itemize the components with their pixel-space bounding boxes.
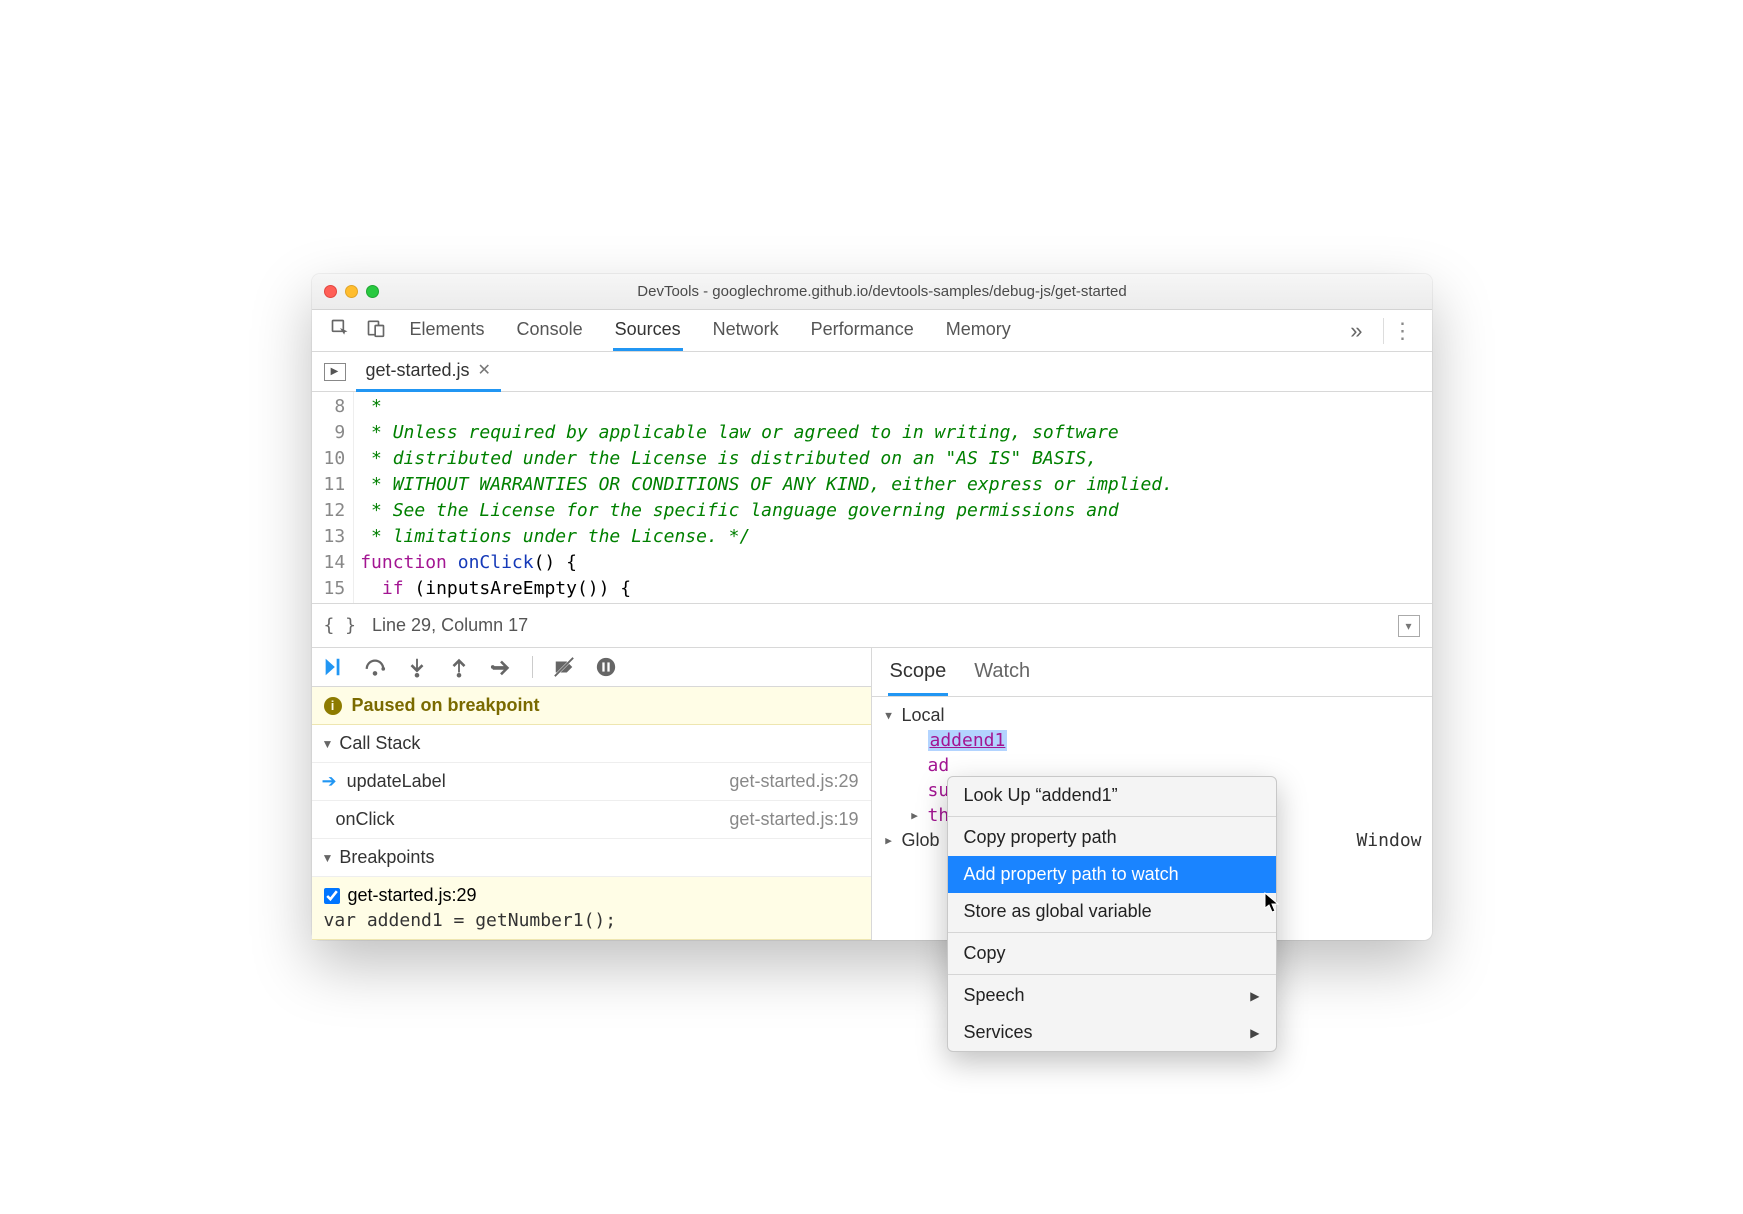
main-tabbar: Elements Console Sources Network Performance… — [312, 310, 1432, 352]
call-stack-header[interactable]: ▼ Call Stack — [312, 725, 871, 763]
breakpoints-label: Breakpoints — [339, 847, 434, 868]
variable-name: th — [928, 805, 950, 826]
debugger-left-panel: i Paused on breakpoint ▼ Call Stack ➔ upd… — [312, 648, 872, 940]
context-menu-label: Store as global variable — [964, 901, 1152, 922]
info-icon: i — [324, 697, 342, 715]
frame-function: updateLabel — [347, 771, 446, 792]
breakpoint-location: get-started.js:29 — [348, 885, 477, 906]
context-menu-item[interactable]: Speech ▶ — [948, 977, 1276, 1014]
line-gutter: 8910111213141516 — [312, 392, 355, 603]
scope-variable[interactable]: addend1 — [908, 728, 1422, 753]
close-tab-icon[interactable]: ✕ — [478, 360, 491, 380]
chevron-right-icon: ▶ — [882, 834, 896, 847]
scope-local-label: Local — [902, 705, 945, 726]
inspect-icon[interactable] — [322, 312, 358, 349]
tab-console[interactable]: Console — [515, 311, 585, 351]
close-icon[interactable] — [324, 285, 337, 298]
context-menu-item[interactable]: Look Up “addend1” — [948, 777, 1276, 814]
breakpoints-header[interactable]: ▼ Breakpoints — [312, 839, 871, 877]
tab-performance[interactable]: Performance — [809, 311, 916, 351]
subtab-scope[interactable]: Scope — [888, 656, 949, 696]
step-out-icon[interactable] — [448, 656, 470, 678]
zoom-icon[interactable] — [366, 285, 379, 298]
context-menu-label: Services — [964, 1022, 1033, 1043]
tab-memory[interactable]: Memory — [944, 311, 1013, 351]
context-menu-item[interactable]: Copy property path — [948, 819, 1276, 856]
step-over-icon[interactable] — [364, 656, 386, 678]
submenu-arrow-icon: ▶ — [1250, 989, 1259, 1003]
chevron-down-icon: ▼ — [882, 709, 896, 722]
coverage-toggle-icon[interactable]: ▾ — [1398, 615, 1420, 637]
chevron-down-icon: ▼ — [322, 737, 334, 751]
frame-function: onClick — [336, 809, 395, 830]
subtab-watch[interactable]: Watch — [972, 656, 1032, 696]
current-frame-icon: ➔ — [322, 771, 337, 792]
context-menu-item[interactable]: Services ▶ — [948, 1014, 1276, 1051]
scope-watch-tabs: Scope Watch — [872, 648, 1432, 697]
context-menu-label: Copy — [964, 943, 1006, 964]
step-into-icon[interactable] — [406, 656, 428, 678]
toolbar-separator — [532, 656, 533, 678]
deactivate-breakpoints-icon[interactable] — [553, 656, 575, 678]
pause-exceptions-icon[interactable] — [595, 656, 617, 678]
context-menu-label: Add property path to watch — [964, 864, 1179, 885]
context-menu-label: Look Up “addend1” — [964, 785, 1118, 806]
debug-toolbar — [312, 648, 871, 687]
file-tab-row: ▶ get-started.js ✕ — [312, 352, 1432, 392]
file-tab-label: get-started.js — [366, 360, 470, 381]
navigator-toggle-icon[interactable]: ▶ — [324, 363, 346, 381]
scope-local-header[interactable]: ▼ Local — [882, 703, 1422, 728]
settings-kebab-icon[interactable]: ⋮ — [1383, 318, 1422, 344]
tab-elements[interactable]: Elements — [408, 311, 487, 351]
context-menu: Look Up “addend1” Copy property path Add p… — [947, 776, 1277, 1052]
device-toggle-icon[interactable] — [358, 312, 394, 349]
frame-location: get-started.js:19 — [729, 809, 858, 830]
chevron-right-icon: ▶ — [908, 809, 922, 822]
call-stack-frame[interactable]: ➔ updateLabel get-started.js:29 — [312, 763, 871, 801]
titlebar: DevTools - googlechrome.github.io/devtoo… — [312, 274, 1432, 310]
context-menu-label: Speech — [964, 985, 1025, 1006]
traffic-lights — [324, 285, 379, 298]
devtools-window: DevTools - googlechrome.github.io/devtoo… — [312, 274, 1432, 940]
submenu-arrow-icon: ▶ — [1250, 1026, 1259, 1040]
scope-variable[interactable]: ad — [908, 753, 1422, 778]
breakpoint-item[interactable]: get-started.js:29 var addend1 = getNumber… — [312, 877, 871, 940]
step-icon[interactable] — [490, 656, 512, 678]
scope-global-label: Glob — [902, 830, 940, 851]
variable-name: su — [928, 780, 950, 801]
context-menu-item[interactable]: Store as global variable — [948, 893, 1276, 930]
file-tab[interactable]: get-started.js ✕ — [356, 352, 501, 392]
context-menu-label: Copy property path — [964, 827, 1117, 848]
tab-network[interactable]: Network — [711, 311, 781, 351]
breakpoint-checkbox[interactable] — [324, 888, 340, 904]
chevron-down-icon: ▼ — [322, 851, 334, 865]
scope-global-value: Window — [1356, 830, 1421, 851]
resume-icon[interactable] — [322, 656, 344, 678]
cursor-position: Line 29, Column 17 — [372, 615, 528, 636]
call-stack-label: Call Stack — [339, 733, 420, 754]
variable-name: addend1 — [928, 730, 1008, 751]
breakpoint-code: var addend1 = getNumber1(); — [324, 910, 859, 931]
tab-sources[interactable]: Sources — [613, 311, 683, 351]
code-editor[interactable]: 8910111213141516 * * Unless required by … — [312, 392, 1432, 604]
call-stack-frame[interactable]: onClick get-started.js:19 — [312, 801, 871, 839]
context-menu-item[interactable]: Copy — [948, 935, 1276, 972]
variable-name: ad — [928, 755, 950, 776]
context-menu-item[interactable]: Add property path to watch — [948, 856, 1276, 893]
paused-banner: i Paused on breakpoint — [312, 687, 871, 725]
pretty-print-icon[interactable]: { } — [324, 615, 357, 636]
banner-text: Paused on breakpoint — [352, 695, 540, 716]
editor-statusbar: { } Line 29, Column 17 ▾ — [312, 604, 1432, 648]
window-title: DevTools - googlechrome.github.io/devtoo… — [395, 283, 1370, 300]
frame-location: get-started.js:29 — [729, 771, 858, 792]
tabs-overflow-icon[interactable]: » — [1340, 318, 1372, 344]
code-content: * * Unless required by applicable law or… — [354, 392, 1173, 603]
minimize-icon[interactable] — [345, 285, 358, 298]
